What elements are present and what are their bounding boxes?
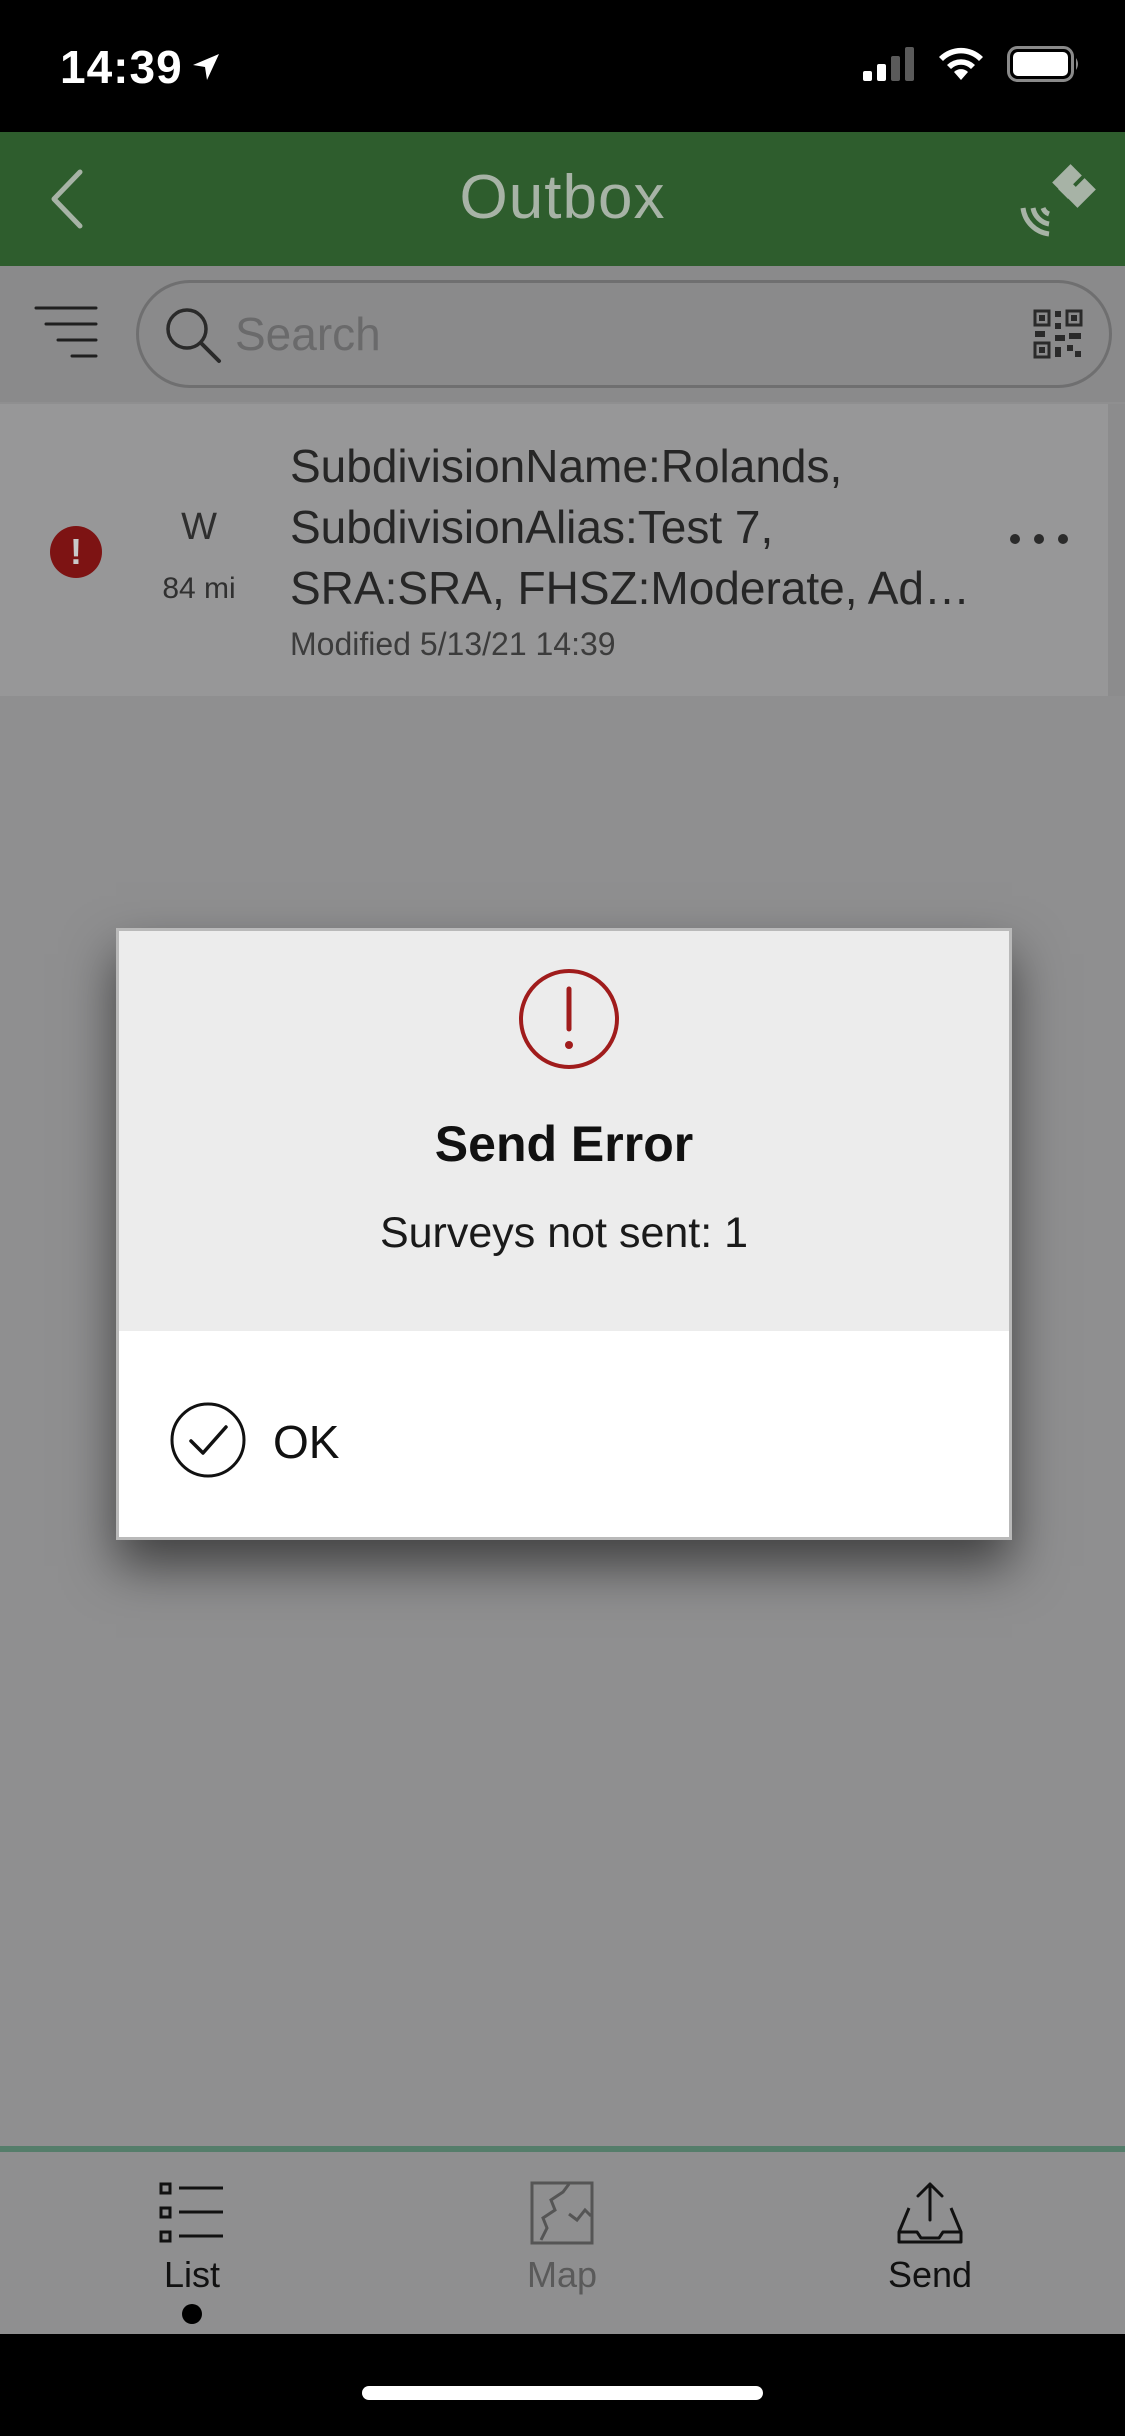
ok-label: OK (273, 1416, 340, 1468)
status-bar: 14:39 (0, 0, 1125, 132)
search-row (0, 266, 1125, 402)
status-indicators (863, 46, 1081, 82)
list-scroll-edge (1108, 404, 1125, 696)
item-title-line: SubdivisionName:Rolands, (290, 440, 843, 492)
list-icon (159, 2182, 223, 2243)
battery-icon (1007, 46, 1078, 82)
status-time: 14:39 (60, 41, 183, 93)
tab-send-label: Send (887, 2254, 973, 2295)
error-exclamation-icon (519, 969, 619, 1069)
home-indicator[interactable] (362, 2386, 763, 2400)
active-tab-indicator (182, 2304, 202, 2324)
error-status-icon: ! (50, 526, 102, 578)
tab-list-label: List (163, 2254, 221, 2295)
gps-satellite-icon[interactable] (1015, 158, 1099, 242)
item-title-line: SubdivisionAlias:Test 7, (290, 501, 774, 553)
more-options-icon[interactable] (1010, 534, 1068, 544)
tab-map-label: Map (526, 2254, 598, 2295)
checkmark-circle-icon (170, 1402, 246, 1478)
location-arrow-icon (192, 54, 219, 80)
cellular-signal-icon (863, 47, 914, 81)
wifi-icon (939, 47, 983, 80)
dialog-title: Send Error (434, 1116, 694, 1172)
item-modified-date: Modified 5/13/21 14:39 (290, 626, 616, 662)
survey-list-item[interactable]: ! W 84 mi SubdivisionName:Rolands, Subdi… (0, 404, 1108, 696)
tab-send[interactable]: Send (830, 2180, 1030, 2296)
search-icon (166, 308, 221, 363)
status-time-group: 14:39 (60, 40, 221, 94)
ok-button[interactable]: OK (119, 1331, 1009, 1537)
tab-list[interactable]: List (92, 2180, 292, 2324)
tab-map[interactable]: Map (462, 2180, 662, 2296)
item-title: SubdivisionName:Rolands, SubdivisionAlia… (290, 436, 1010, 619)
send-upload-icon (897, 2182, 963, 2244)
dialog-message: Surveys not sent: 1 (379, 1209, 749, 1257)
search-input[interactable] (235, 307, 935, 361)
item-distance: 84 mi (162, 572, 236, 605)
bottom-tab-bar: List Map Send (0, 2146, 1125, 2334)
page-title: Outbox (459, 163, 666, 232)
map-icon (530, 2181, 594, 2245)
sort-filter-icon[interactable] (34, 302, 98, 366)
home-indicator-area (0, 2334, 1125, 2436)
nav-bar: Outbox (0, 132, 1125, 266)
item-direction: W (181, 506, 217, 548)
send-error-dialog: Send Error Surveys not sent: 1 OK (116, 928, 1012, 1540)
search-field[interactable] (136, 280, 1112, 388)
item-title-line: SRA:SRA, FHSZ:Moderate, Ad… (290, 562, 971, 614)
qr-code-scan-icon[interactable] (1033, 309, 1083, 359)
dialog-header: Send Error Surveys not sent: 1 (119, 931, 1009, 1331)
